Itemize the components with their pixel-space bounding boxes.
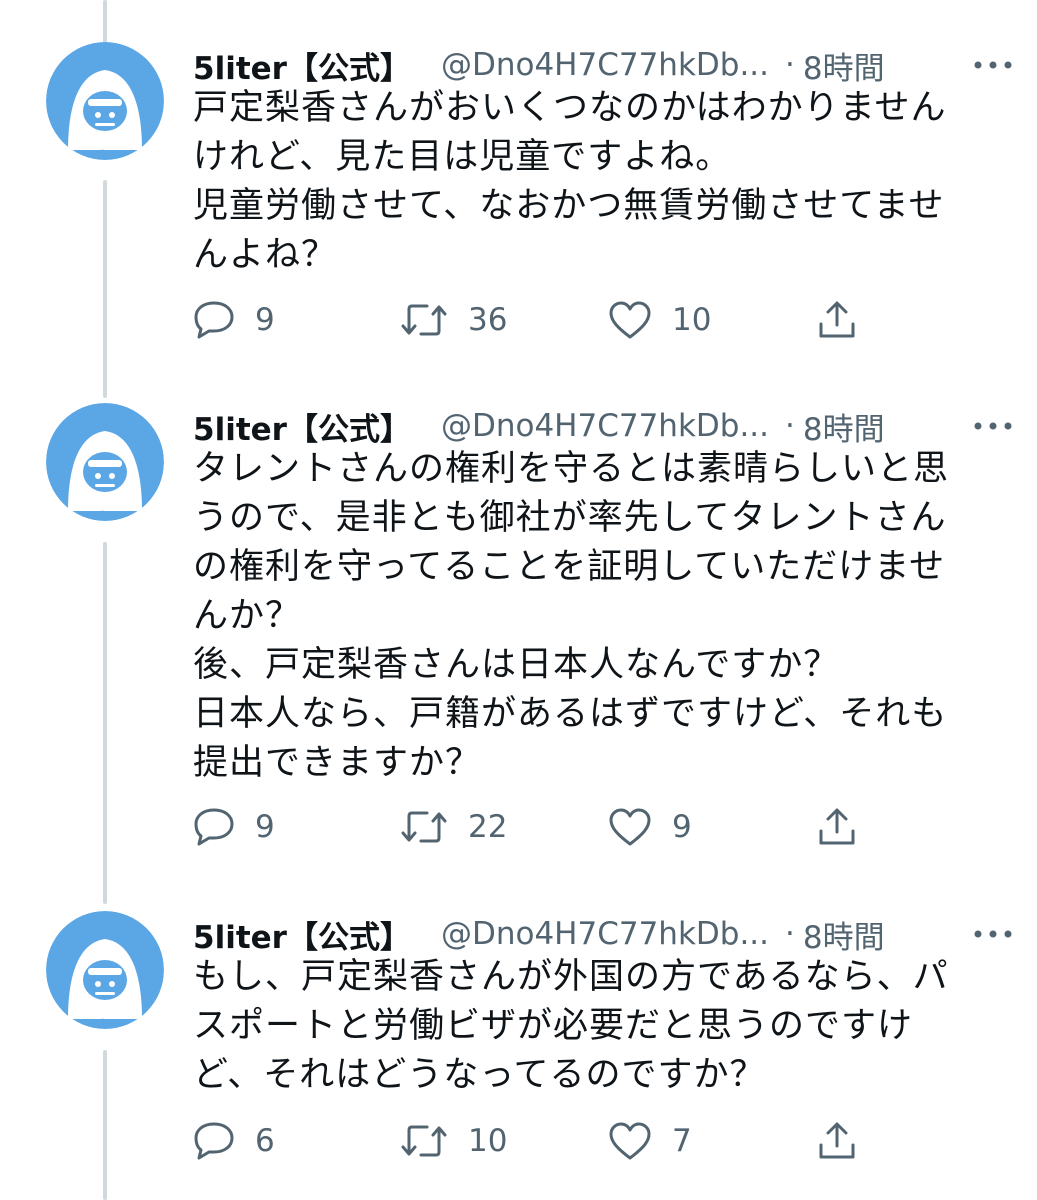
action-bar: 9 36 10: [193, 295, 913, 345]
like-button[interactable]: 7: [608, 1116, 692, 1166]
reply-count: 9: [255, 302, 275, 338]
tweet-text-line: の権利を守ってることを証明していただけませ: [193, 547, 946, 587]
more-icon: [974, 61, 1012, 69]
retweet-icon: [401, 811, 447, 843]
tweet-3[interactable]: 5liter 5liter【公式】 @Dno4H7C77hkDb... · 8時…: [0, 911, 1037, 1200]
retweet-button[interactable]: 36: [400, 295, 507, 345]
retweet-button[interactable]: 10: [400, 1116, 507, 1166]
user-handle[interactable]: @Dno4H7C77hkDb...: [441, 916, 769, 952]
share-icon: [819, 301, 855, 338]
tweet-text-line: もし、戸定梨香さんが外国の方であるなら、パ: [193, 957, 949, 997]
avatar-label: 5liter: [96, 149, 114, 157]
avatar[interactable]: 5liter: [46, 911, 164, 1029]
tweet-text-line: スポートと労働ビザが必要だと思うのですけ: [193, 1006, 914, 1046]
more-button[interactable]: [969, 409, 1017, 443]
more-icon: [974, 930, 1012, 938]
tweet-text-line: うので、是非とも御社が率先してタレントさん: [193, 498, 947, 538]
retweet-count: 10: [468, 1123, 508, 1159]
like-count: 10: [672, 302, 712, 338]
heart-icon: [609, 301, 651, 339]
heart-icon: [609, 808, 651, 846]
tweet-text-line: 児童労働させて、なおかつ無賃労働させてませ: [193, 186, 945, 226]
tweet-text-line: 日本人なら、戸籍があるはずですけど、それも: [193, 694, 948, 734]
tweet-text: タレントさんの権利を守るとは素晴らしいと思 うので、是非とも御社が率先してタレン…: [193, 445, 993, 788]
tweet-header: 5liter【公式】 @Dno4H7C77hkDb... · 8時間: [193, 42, 1017, 88]
gorilla-icon: 5liter: [46, 403, 164, 521]
tweet-header: 5liter【公式】 @Dno4H7C77hkDb... · 8時間: [193, 403, 1017, 449]
tweet-text-line: んよね？: [193, 235, 338, 275]
reply-icon: [194, 808, 234, 846]
reply-button[interactable]: 6: [193, 1116, 275, 1166]
avatar[interactable]: 5liter: [46, 42, 164, 160]
like-button[interactable]: 10: [608, 295, 711, 345]
tweet-2[interactable]: 5liter 5liter【公式】 @Dno4H7C77hkDb... · 8時…: [0, 403, 1037, 873]
tweet-text-line: 後、戸定梨香さんは日本人なんですか？: [193, 645, 840, 685]
tweet-text-line: タレントさんの権利を守るとは素晴らしいと思: [193, 449, 950, 489]
share-button[interactable]: [817, 1116, 857, 1166]
reply-icon: [194, 301, 234, 339]
action-bar: 9 22 9: [193, 802, 913, 852]
reply-icon: [194, 1122, 234, 1160]
tweet-text-line: 戸定梨香さんがおいくつなのかはわかりません: [193, 88, 947, 128]
tweet-text-line: けれど、見た目は児童ですよね。: [193, 137, 732, 177]
share-button[interactable]: [817, 295, 857, 345]
retweet-button[interactable]: 22: [400, 802, 507, 852]
retweet-count: 36: [468, 302, 508, 338]
tweet-1[interactable]: 5liter 5liter【公式】 @Dno4H7C77hkDb... · 8時…: [0, 42, 1037, 362]
reply-count: 6: [255, 1123, 275, 1159]
avatar-label: 5liter: [96, 510, 114, 518]
more-icon: [974, 422, 1012, 430]
more-button[interactable]: [969, 48, 1017, 82]
timestamp[interactable]: 8時間: [803, 912, 885, 957]
gorilla-icon: 5liter: [46, 911, 164, 1029]
retweet-icon: [401, 1125, 447, 1157]
tweet-text: 戸定梨香さんがおいくつなのかはわかりません けれど、見た目は児童ですよね。 児童…: [193, 84, 993, 280]
tweet-header: 5liter【公式】 @Dno4H7C77hkDb... · 8時間: [193, 911, 1017, 957]
tweet-text: もし、戸定梨香さんが外国の方であるなら、パ スポートと労働ビザが必要だと思うので…: [193, 953, 993, 1100]
avatar-label: 5liter: [96, 1018, 114, 1026]
gorilla-icon: 5liter: [46, 42, 164, 160]
tweet-text-line: んか？: [193, 596, 302, 636]
display-name[interactable]: 5liter【公式】: [193, 404, 411, 449]
tweet-text-line: ど、それはどうなってるのですか？: [193, 1055, 766, 1095]
retweet-icon: [401, 304, 447, 336]
user-handle[interactable]: @Dno4H7C77hkDb...: [441, 408, 769, 444]
reply-count: 9: [255, 809, 275, 845]
separator-dot: ·: [785, 916, 795, 952]
share-button[interactable]: [817, 802, 857, 852]
share-icon: [819, 1122, 855, 1159]
share-icon: [819, 808, 855, 845]
reply-button[interactable]: 9: [193, 802, 275, 852]
timestamp[interactable]: 8時間: [803, 43, 885, 88]
avatar[interactable]: 5liter: [46, 403, 164, 521]
display-name[interactable]: 5liter【公式】: [193, 912, 411, 957]
display-name[interactable]: 5liter【公式】: [193, 43, 411, 88]
like-button[interactable]: 9: [608, 802, 692, 852]
retweet-count: 22: [468, 809, 508, 845]
timestamp[interactable]: 8時間: [803, 404, 885, 449]
more-button[interactable]: [969, 917, 1017, 951]
user-handle[interactable]: @Dno4H7C77hkDb...: [441, 47, 769, 83]
like-count: 7: [672, 1123, 692, 1159]
tweet-text-line: 提出できますか？: [193, 743, 482, 783]
reply-button[interactable]: 9: [193, 295, 275, 345]
separator-dot: ·: [785, 47, 795, 83]
thread-line-top: [103, 0, 107, 44]
heart-icon: [609, 1122, 651, 1160]
separator-dot: ·: [785, 408, 795, 444]
like-count: 9: [672, 809, 692, 845]
action-bar: 6 10 7: [193, 1116, 913, 1166]
